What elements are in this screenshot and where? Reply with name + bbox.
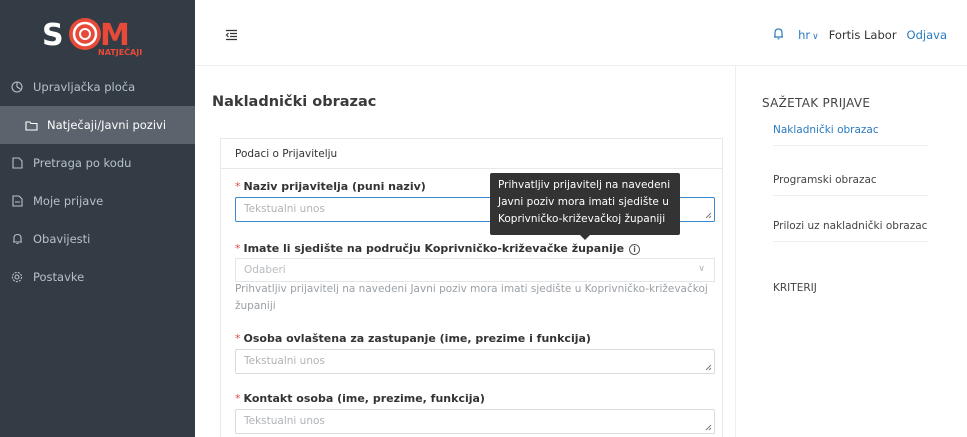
field-label-authorized-person: * Osoba ovlaštena za zastupanje (ime, pre… (235, 332, 591, 345)
required-marker: * (235, 332, 241, 345)
field-label-headquarters: * Imate li sjedište na području Koprivnič… (235, 242, 641, 255)
authorized-person-input[interactable]: Tekstualni unos (235, 349, 715, 374)
sidebar: S M NATJEČAJI Upravljačka ploča Natječaj… (0, 0, 195, 437)
summary-item-program-form[interactable]: Programski obrazac (773, 172, 928, 196)
som-logo-icon: S M NATJEČAJI (42, 18, 142, 57)
sidebar-item-label: Pretraga po kodu (33, 156, 132, 170)
gear-icon (10, 270, 24, 284)
field-label-applicant-name: * Naziv prijavitelja (puni naziv) (235, 180, 426, 193)
sidebar-item-calls[interactable]: Natječaji/Javni pozivi (0, 106, 195, 144)
required-marker: * (235, 180, 241, 193)
notification-bell-icon[interactable] (773, 27, 784, 43)
sidebar-item-settings[interactable]: Postavke (0, 258, 195, 296)
required-marker: * (235, 392, 241, 405)
summary-item-attachments[interactable]: Prilozi uz nakladnički obrazac (773, 218, 928, 242)
info-icon[interactable]: i (629, 244, 641, 255)
page-title: Nakladnički obrazac (212, 94, 377, 110)
svg-text:NATJEČAJI: NATJEČAJI (98, 46, 142, 57)
section-title: Podaci o Prijavitelju (221, 139, 722, 169)
field-label-contact-person: * Kontakt osoba (ime, prezime, funkcija) (235, 392, 485, 405)
header-actions: hr ∨ Fortis Labor Odjava (773, 27, 947, 43)
sidebar-item-label: Upravljačka ploča (33, 80, 136, 94)
language-label: hr (798, 28, 811, 42)
summary-title: SAŽETAK PRIJAVE (762, 96, 871, 110)
svg-text:S: S (42, 18, 64, 53)
sidebar-item-label: Obavijesti (33, 232, 91, 246)
chevron-down-icon: ∨ (812, 32, 819, 42)
resize-handle-icon[interactable] (705, 424, 712, 431)
sidebar-item-label: Postavke (33, 270, 85, 284)
main-content: Nakladnički obrazac Podaci o Prijavitelj… (195, 66, 735, 437)
sidebar-item-dashboard[interactable]: Upravljačka ploča (0, 68, 195, 106)
sidebar-item-notifications[interactable]: Obavijesti (0, 220, 195, 258)
menu-toggle-icon[interactable] (225, 26, 238, 41)
document-icon (10, 156, 24, 170)
summary-item-criteria[interactable]: KRITERIJ (773, 280, 928, 303)
required-marker: * (235, 242, 241, 255)
folder-icon (24, 118, 38, 132)
organization-name: Fortis Labor (828, 28, 897, 42)
sidebar-item-my-applications[interactable]: Moje prijave (0, 182, 195, 220)
top-bar: hr ∨ Fortis Labor Odjava (195, 0, 967, 66)
language-selector[interactable]: hr ∨ (798, 28, 819, 42)
headquarters-help-text: Prihvatljiv prijavitelj na navedeni Javn… (235, 283, 708, 312)
summary-item-publisher-form[interactable]: Nakladnički obrazac (773, 122, 928, 146)
bell-icon (10, 232, 24, 246)
info-tooltip: Prihvatljiv prijavitelj na navedeni Javn… (490, 173, 680, 240)
dashboard-icon (10, 80, 24, 94)
contact-person-input[interactable]: Tekstualni unos (235, 409, 715, 434)
sidebar-item-search-by-code[interactable]: Pretraga po kodu (0, 144, 195, 182)
resize-handle-icon[interactable] (705, 212, 712, 219)
headquarters-select[interactable]: Odaberi ∨ (235, 258, 715, 282)
document-icon (10, 194, 24, 208)
sidebar-item-label: Natječaji/Javni pozivi (47, 118, 167, 132)
sidebar-item-label: Moje prijave (33, 194, 104, 208)
chevron-down-icon: ∨ (698, 264, 705, 274)
application-summary: SAŽETAK PRIJAVE Nakladnički obrazac Prog… (735, 66, 967, 437)
logo[interactable]: S M NATJEČAJI (0, 0, 195, 68)
logout-link[interactable]: Odjava (907, 28, 947, 42)
resize-handle-icon[interactable] (705, 364, 712, 371)
